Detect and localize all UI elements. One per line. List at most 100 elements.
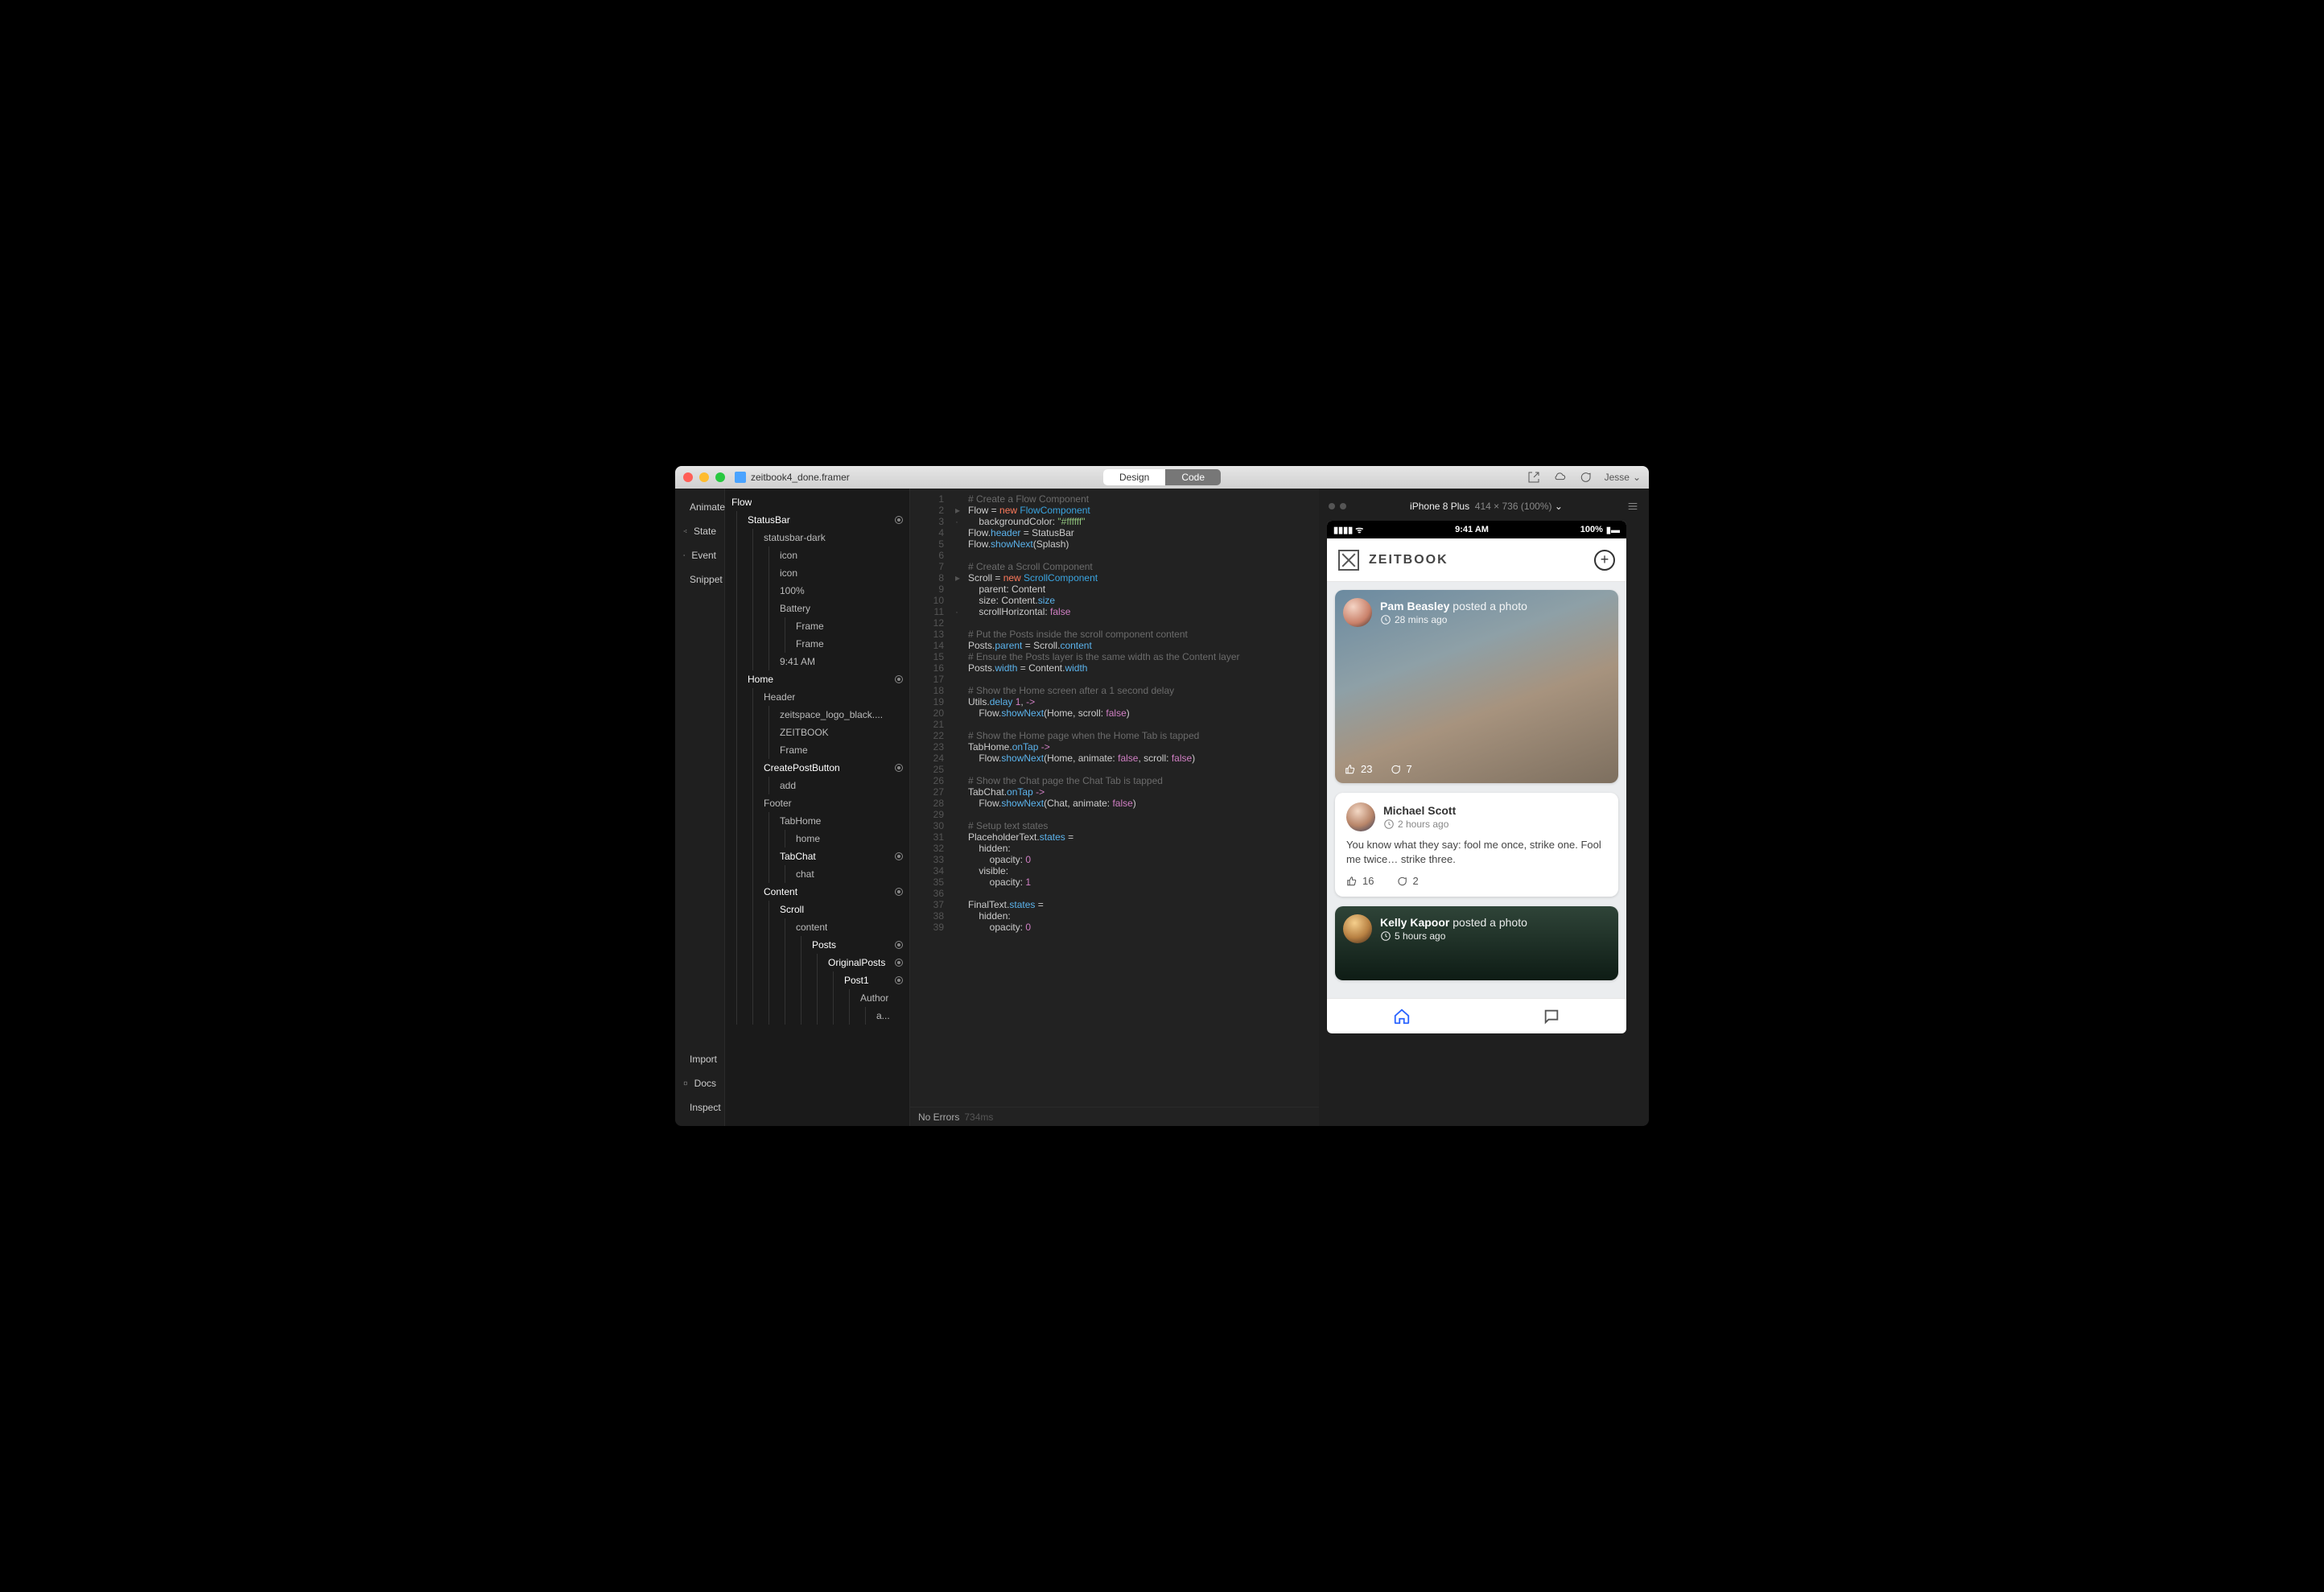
side-import[interactable]: Import — [675, 1047, 724, 1071]
layer-row[interactable]: icon — [725, 546, 909, 564]
code-line[interactable]: 20 Flow.showNext(Home, scroll: false) — [910, 707, 1319, 719]
close-icon[interactable] — [683, 472, 693, 482]
share-icon[interactable] — [1527, 471, 1540, 484]
mode-design-tab[interactable]: Design — [1103, 469, 1165, 485]
layer-tree[interactable]: FlowStatusBarstatusbar-darkiconicon100%B… — [725, 489, 910, 1126]
code-line[interactable]: 29 — [910, 809, 1319, 820]
side-snippet[interactable]: Snippet — [675, 567, 724, 592]
layer-row[interactable]: Posts — [725, 936, 909, 954]
layer-row[interactable]: Footer — [725, 794, 909, 812]
layer-row[interactable]: 9:41 AM — [725, 653, 909, 670]
code-line[interactable]: 15# Ensure the Posts layer is the same w… — [910, 651, 1319, 662]
layer-row[interactable]: content — [725, 918, 909, 936]
code-line[interactable]: 4Flow.header = StatusBar — [910, 527, 1319, 538]
code-line[interactable]: 16Posts.width = Content.width — [910, 662, 1319, 674]
code-line[interactable]: 37FinalText.states = — [910, 899, 1319, 910]
side-docs[interactable]: Docs — [675, 1071, 724, 1095]
code-line[interactable]: 6 — [910, 550, 1319, 561]
like-button[interactable]: 23 — [1345, 763, 1372, 775]
chat-icon[interactable] — [1579, 471, 1592, 484]
code-line[interactable]: 7# Create a Scroll Component — [910, 561, 1319, 572]
layer-row[interactable]: zeitspace_logo_black.... — [725, 706, 909, 724]
code-line[interactable]: 2▸Flow = new FlowComponent — [910, 505, 1319, 516]
layer-row[interactable]: Frame — [725, 617, 909, 635]
layer-row[interactable]: chat — [725, 865, 909, 883]
side-animate[interactable]: Animate — [675, 495, 724, 519]
code-line[interactable]: 5Flow.showNext(Splash) — [910, 538, 1319, 550]
layer-row[interactable]: Frame — [725, 635, 909, 653]
hamburger-icon[interactable] — [1626, 500, 1639, 513]
code-line[interactable]: 21 — [910, 719, 1319, 730]
layer-row[interactable]: OriginalPosts — [725, 954, 909, 971]
mode-code-tab[interactable]: Code — [1165, 469, 1221, 485]
side-state[interactable]: State — [675, 519, 724, 543]
code-line[interactable]: 31PlaceholderText.states = — [910, 831, 1319, 843]
layer-row[interactable]: a... — [725, 1007, 909, 1025]
like-button[interactable]: 16 — [1346, 875, 1374, 887]
code-line[interactable]: 36 — [910, 888, 1319, 899]
code-line[interactable]: 11· scrollHorizontal: false — [910, 606, 1319, 617]
code-line[interactable]: 1# Create a Flow Component — [910, 493, 1319, 505]
code-line[interactable]: 3· backgroundColor: "#ffffff" — [910, 516, 1319, 527]
code-line[interactable]: 25 — [910, 764, 1319, 775]
code-line[interactable]: 30# Setup text states — [910, 820, 1319, 831]
code-line[interactable]: 34 visible: — [910, 865, 1319, 876]
code-line[interactable]: 12 — [910, 617, 1319, 629]
code-line[interactable]: 10 size: Content.size — [910, 595, 1319, 606]
layer-row[interactable]: Flow — [725, 493, 909, 511]
layer-row[interactable]: TabChat — [725, 848, 909, 865]
code-line[interactable]: 24 Flow.showNext(Home, animate: false, s… — [910, 753, 1319, 764]
code-line[interactable]: 38 hidden: — [910, 910, 1319, 922]
code-line[interactable]: 32 hidden: — [910, 843, 1319, 854]
layer-row[interactable]: TabHome — [725, 812, 909, 830]
comment-button[interactable]: 7 — [1390, 763, 1411, 775]
layer-row[interactable]: Header — [725, 688, 909, 706]
layer-row[interactable]: StatusBar — [725, 511, 909, 529]
layer-row[interactable]: icon — [725, 564, 909, 582]
post-card[interactable]: Pam Beasley posted a photo 28 mins ago — [1335, 590, 1618, 783]
maximize-icon[interactable] — [715, 472, 725, 482]
fold-icon[interactable]: ▸ — [955, 505, 968, 516]
layer-row[interactable]: 100% — [725, 582, 909, 600]
code-line[interactable]: 13# Put the Posts inside the scroll comp… — [910, 629, 1319, 640]
layer-row[interactable]: Frame — [725, 741, 909, 759]
code-line[interactable]: 28 Flow.showNext(Chat, animate: false) — [910, 798, 1319, 809]
layer-row[interactable]: Content — [725, 883, 909, 901]
layer-row[interactable]: Scroll — [725, 901, 909, 918]
cloud-icon[interactable] — [1553, 471, 1566, 484]
code-line[interactable]: 23TabHome.onTap -> — [910, 741, 1319, 753]
code-line[interactable]: 26# Show the Chat page the Chat Tab is t… — [910, 775, 1319, 786]
layer-row[interactable]: Post1 — [725, 971, 909, 989]
post-card[interactable]: Michael Scott 2 hours ago You know what … — [1335, 793, 1618, 897]
layer-row[interactable]: ZEITBOOK — [725, 724, 909, 741]
code-area[interactable]: 1# Create a Flow Component2▸Flow = new F… — [910, 489, 1319, 1107]
minimize-icon[interactable] — [699, 472, 709, 482]
preview-device-label[interactable]: iPhone 8 Plus 414 × 736 (100%) ⌄ — [1410, 501, 1563, 512]
feed[interactable]: Pam Beasley posted a photo 28 mins ago — [1327, 582, 1626, 998]
code-line[interactable]: 27TabChat.onTap -> — [910, 786, 1319, 798]
layer-row[interactable]: home — [725, 830, 909, 848]
comment-button[interactable]: 2 — [1396, 875, 1418, 887]
layer-row[interactable]: CreatePostButton — [725, 759, 909, 777]
create-post-button[interactable]: + — [1594, 550, 1615, 571]
code-line[interactable]: 39 opacity: 0 — [910, 922, 1319, 933]
user-menu[interactable]: Jesse ⌄ — [1605, 472, 1641, 483]
fold-icon[interactable]: ▸ — [955, 572, 968, 584]
code-line[interactable]: 9 parent: Content — [910, 584, 1319, 595]
code-line[interactable]: 35 opacity: 1 — [910, 876, 1319, 888]
side-event[interactable]: Event — [675, 543, 724, 567]
layer-row[interactable]: Battery — [725, 600, 909, 617]
post-card[interactable]: Kelly Kapoor posted a photo 5 hours ago — [1335, 906, 1618, 980]
code-line[interactable]: 19Utils.delay 1, -> — [910, 696, 1319, 707]
code-line[interactable]: 14Posts.parent = Scroll.content — [910, 640, 1319, 651]
code-line[interactable]: 22# Show the Home page when the Home Tab… — [910, 730, 1319, 741]
code-line[interactable]: 18# Show the Home screen after a 1 secon… — [910, 685, 1319, 696]
code-line[interactable]: 17 — [910, 674, 1319, 685]
code-line[interactable]: 8▸Scroll = new ScrollComponent — [910, 572, 1319, 584]
layer-row[interactable]: statusbar-dark — [725, 529, 909, 546]
tab-chat[interactable] — [1477, 999, 1626, 1033]
layer-row[interactable]: Author — [725, 989, 909, 1007]
layer-row[interactable]: add — [725, 777, 909, 794]
code-line[interactable]: 33 opacity: 0 — [910, 854, 1319, 865]
tab-home[interactable] — [1327, 999, 1477, 1033]
